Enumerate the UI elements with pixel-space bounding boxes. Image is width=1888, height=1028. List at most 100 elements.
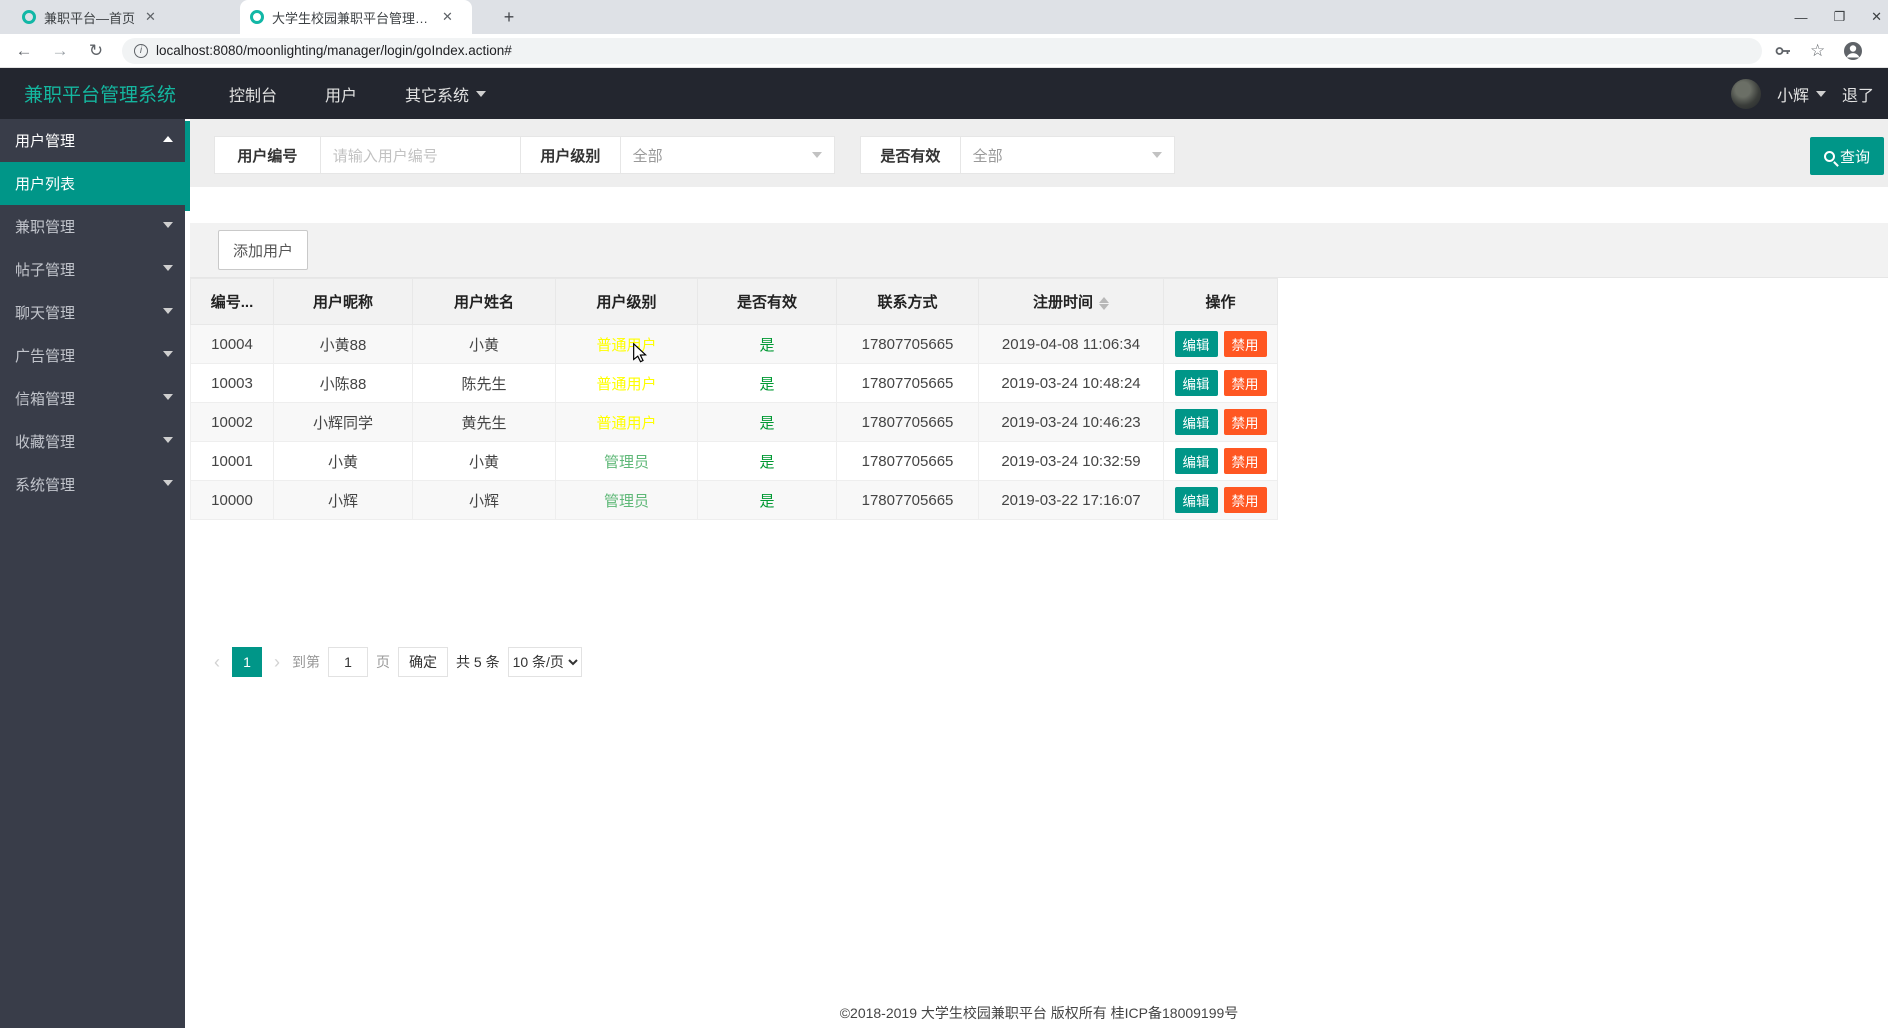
browser-tab[interactable]: 兼职平台—首页 ✕ (12, 0, 234, 34)
sidebar-item-聊天管理[interactable]: 聊天管理 (0, 291, 185, 334)
window-minimize-button[interactable]: — (1794, 10, 1807, 25)
bookmark-star-icon[interactable]: ☆ (1810, 41, 1825, 61)
cell-level: 管理员 (555, 480, 698, 520)
new-tab-button[interactable]: + (496, 4, 522, 30)
cell-nickname: 小辉同学 (273, 402, 413, 442)
cell-actions: 编辑 禁用 (1163, 363, 1278, 403)
cell-register-time: 2019-03-22 17:16:07 (978, 480, 1164, 520)
goto-confirm-button[interactable]: 确定 (398, 647, 448, 677)
cell-nickname: 小黄 (273, 441, 413, 481)
cell-register-time: 2019-03-24 10:32:59 (978, 441, 1164, 481)
cell-actions: 编辑 禁用 (1163, 324, 1278, 364)
sort-desc-icon[interactable] (1099, 303, 1109, 310)
cell-phone: 17807705665 (836, 441, 979, 481)
window-restore-button[interactable]: ❐ (1833, 9, 1845, 25)
header-nav-label: 用户 (325, 87, 358, 105)
site-favicon-icon (250, 10, 264, 24)
cell-level: 普通用户 (555, 363, 698, 403)
next-page-icon[interactable]: › (270, 652, 284, 673)
goto-page-input[interactable]: 1 (328, 647, 368, 677)
column-header-注册时间: 注册时间 (978, 278, 1164, 325)
sidebar-item-兼职管理[interactable]: 兼职管理 (0, 205, 185, 248)
cell-level: 管理员 (555, 441, 698, 481)
current-page-button[interactable]: 1 (232, 647, 262, 677)
filter-user-level: 用户级别 全部 (520, 136, 835, 174)
column-header-用户昵称: 用户昵称 (273, 278, 413, 325)
per-page-select[interactable]: 10 条/页 (507, 647, 582, 677)
close-tab-icon[interactable]: ✕ (440, 9, 455, 25)
window-close-button[interactable]: ✕ (1871, 9, 1882, 25)
address-bar[interactable]: i localhost:8080/moonlighting/manager/lo… (122, 37, 1762, 64)
edit-button[interactable]: 编辑 (1174, 448, 1218, 474)
cell-valid: 是 (697, 402, 837, 442)
cell-valid: 是 (697, 324, 837, 364)
disable-button[interactable]: 禁用 (1223, 448, 1267, 474)
reload-icon[interactable]: ↻ (84, 41, 108, 61)
app-brand[interactable]: 兼职平台管理系统 (0, 80, 205, 107)
sidebar-item-收藏管理[interactable]: 收藏管理 (0, 420, 185, 463)
chevron-down-icon (1815, 90, 1826, 97)
sidebar-item-广告管理[interactable]: 广告管理 (0, 334, 185, 377)
prev-page-icon[interactable]: ‹ (210, 652, 224, 673)
edit-button[interactable]: 编辑 (1174, 331, 1218, 357)
page-info-icon[interactable]: i (134, 43, 148, 58)
goto-label: 到第 (292, 654, 320, 670)
forward-icon[interactable]: → (48, 41, 72, 61)
add-user-button[interactable]: 添加用户 (218, 230, 308, 270)
site-favicon-icon (22, 10, 36, 24)
disable-button[interactable]: 禁用 (1223, 487, 1267, 513)
sidebar-item-系统管理[interactable]: 系统管理 (0, 463, 185, 506)
user-level-select[interactable]: 全部 (621, 137, 834, 173)
tab-title: 兼职平台—首页 (44, 10, 136, 26)
disable-button[interactable]: 禁用 (1223, 409, 1267, 435)
filter-valid: 是否有效 全部 (860, 136, 1175, 174)
cell-level: 普通用户 (555, 324, 698, 364)
sidebar-item-信箱管理[interactable]: 信箱管理 (0, 377, 185, 420)
username-menu[interactable]: 小辉 (1777, 82, 1826, 106)
chevron-down-icon (163, 351, 173, 357)
header-nav-控制台[interactable]: 控制台 (205, 82, 301, 106)
users-table: 编号... 用户昵称 用户姓名 用户级别 是否有效 联系方式 注册时间 操作 10004 小黄8… (190, 278, 1278, 520)
cell-phone: 17807705665 (836, 363, 979, 403)
chevron-down-icon (1152, 152, 1162, 158)
chevron-down-icon (163, 222, 173, 228)
cell-actions: 编辑 禁用 (1163, 480, 1278, 520)
user-id-label: 用户编号 (215, 137, 321, 173)
column-header-联系方式: 联系方式 (836, 278, 979, 325)
browser-tab[interactable]: 大学生校园兼职平台管理系统 ✕ (240, 0, 472, 34)
browser-tab-strip: 兼职平台—首页 ✕ 大学生校园兼职平台管理系统 ✕ + — ❐ ✕ (0, 0, 1888, 34)
cell-name: 黄先生 (412, 402, 556, 442)
browser-profile-icon[interactable] (1843, 41, 1863, 61)
valid-select[interactable]: 全部 (961, 137, 1174, 173)
cell-valid: 是 (697, 363, 837, 403)
sidebar-item-用户列表[interactable]: 用户列表 (0, 162, 185, 205)
cell-phone: 17807705665 (836, 480, 979, 520)
sort-asc-icon[interactable] (1099, 296, 1109, 303)
header-nav-其它系统[interactable]: 其它系统 (381, 82, 510, 106)
disable-button[interactable]: 禁用 (1223, 331, 1267, 357)
username-label: 小辉 (1776, 87, 1809, 105)
user-avatar[interactable] (1730, 78, 1761, 109)
chevron-down-icon (476, 90, 487, 97)
cell-actions: 编辑 禁用 (1163, 441, 1278, 481)
chevron-down-icon (163, 265, 173, 271)
cell-nickname: 小黄88 (273, 324, 413, 364)
sidebar-item-帖子管理[interactable]: 帖子管理 (0, 248, 185, 291)
column-header-用户级别: 用户级别 (555, 278, 698, 325)
close-tab-icon[interactable]: ✕ (143, 9, 158, 25)
sort-icons[interactable] (1099, 296, 1109, 310)
browser-toolbar: ← → ↻ i localhost:8080/moonlighting/mana… (0, 34, 1888, 68)
tab-title: 大学生校园兼职平台管理系统 (272, 10, 432, 26)
edit-button[interactable]: 编辑 (1174, 409, 1218, 435)
edit-button[interactable]: 编辑 (1174, 487, 1218, 513)
back-icon[interactable]: ← (12, 41, 36, 61)
key-icon[interactable] (1774, 42, 1792, 60)
header-nav-用户[interactable]: 用户 (301, 82, 381, 106)
logout-link[interactable]: 退了 (1842, 82, 1874, 106)
main-content: 用户编号 请输入用户编号 用户级别 全部 是否有效 全部 查询 添加用户 编号.… (190, 119, 1888, 1028)
disable-button[interactable]: 禁用 (1223, 370, 1267, 396)
search-button[interactable]: 查询 (1810, 137, 1884, 175)
edit-button[interactable]: 编辑 (1174, 370, 1218, 396)
chevron-down-icon (163, 480, 173, 486)
sidebar-item-用户管理[interactable]: 用户管理 (0, 119, 185, 162)
